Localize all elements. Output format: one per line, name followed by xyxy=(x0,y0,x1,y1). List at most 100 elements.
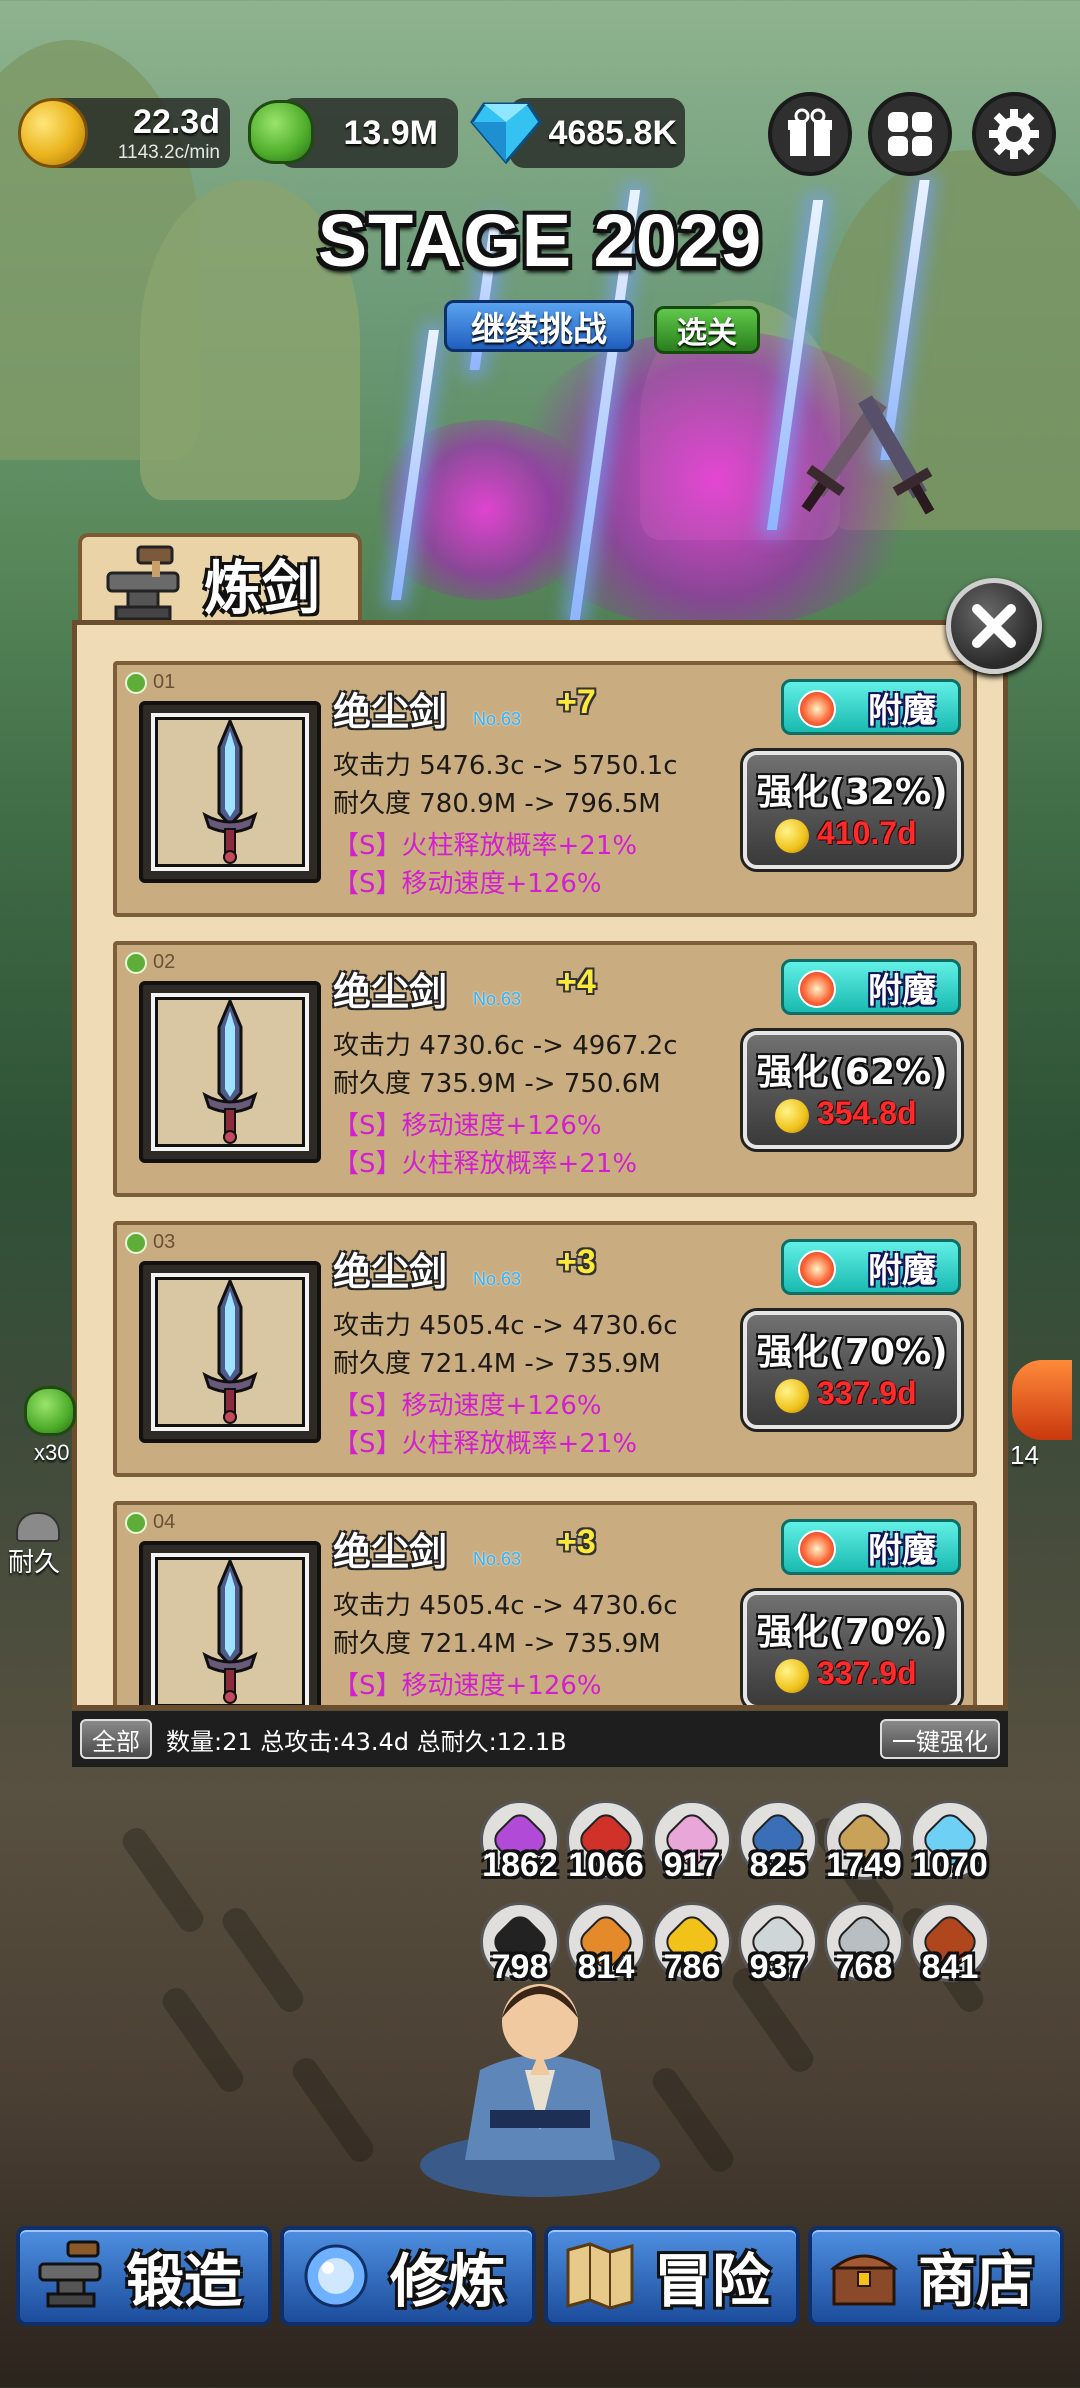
durability-stat: 耐久度 721.4M -> 735.9M xyxy=(333,1629,661,1659)
sword-no-tag: No.63 xyxy=(473,709,522,729)
gear-icon xyxy=(989,109,1039,159)
status-dot-icon xyxy=(125,951,147,974)
gold-coin-icon xyxy=(775,1379,809,1413)
durability-stat: 耐久度 721.4M -> 735.9M xyxy=(333,1349,661,1379)
anvil-hammer-icon xyxy=(106,545,180,621)
attack-stat: 攻击力 4505.4c -> 4730.6c xyxy=(333,1311,678,1341)
upgrade-label: 强化(70%) xyxy=(756,1612,948,1653)
upgrade-button[interactable]: 强化(70%) 337.9d xyxy=(743,1591,961,1705)
bonus-line-2: 【S】火柱释放概率+21% xyxy=(333,1429,638,1459)
continue-challenge-button[interactable]: 继续挑战 xyxy=(444,300,634,352)
filter-all-button[interactable]: 全部 xyxy=(80,1719,152,1759)
sword-thumbnail xyxy=(139,981,321,1163)
nav-adventure-label: 冒险 xyxy=(654,2247,771,2315)
upgrade-label: 强化(62%) xyxy=(756,1052,948,1093)
enchant-button[interactable]: 附魔 xyxy=(781,1239,961,1295)
enchant-button[interactable]: 附魔 xyxy=(781,679,961,735)
upgrade-cost: 410.7d xyxy=(817,815,917,851)
durability-label: 耐久 xyxy=(8,1547,61,1577)
card-index: 04 xyxy=(125,1511,175,1534)
gold-coin-icon xyxy=(775,819,809,853)
orb-icon xyxy=(304,2244,368,2308)
status-dot-icon xyxy=(125,1231,147,1254)
enchant-label: 附魔 xyxy=(868,1530,936,1571)
panel-footer: 全部 数量:21 总攻击:43.4d 总耐久:12.1B 一键强化 xyxy=(72,1711,1008,1767)
nav-shop-label: 商店 xyxy=(918,2247,1035,2315)
sword-icon xyxy=(202,1277,258,1424)
enchant-icon xyxy=(798,970,836,1008)
upgrade-label: 强化(70%) xyxy=(756,1332,948,1373)
close-icon xyxy=(972,604,1016,648)
enchant-icon xyxy=(798,1530,836,1568)
nav-forge-label: 锻造 xyxy=(126,2247,243,2315)
select-stage-button[interactable]: 选关 xyxy=(654,306,760,354)
enchant-button[interactable]: 附魔 xyxy=(781,1519,961,1575)
enchant-label: 附魔 xyxy=(868,970,936,1011)
upgrade-button[interactable]: 强化(32%) 410.7d xyxy=(743,751,961,869)
gold-amount: 22.3d xyxy=(133,102,220,141)
material-count: 825 xyxy=(749,1846,807,1884)
bonus-line-1: 【S】移动速度+126% xyxy=(333,1111,602,1141)
sword-card[interactable]: 04 绝尘剑 No.63 +3 攻击力 4505.4c -> 4730.6c 耐久度 72… xyxy=(113,1501,977,1705)
material-count: 1862 xyxy=(482,1846,558,1884)
upgrade-all-button[interactable]: 一键强化 xyxy=(880,1719,1000,1759)
green-slime-icon xyxy=(248,100,314,164)
sword-icon xyxy=(202,1557,258,1704)
sword-icon xyxy=(202,717,258,864)
durability-side-button[interactable]: 耐久 xyxy=(8,1512,68,1577)
upgrade-label: 强化(32%) xyxy=(756,772,948,813)
right-side-button[interactable] xyxy=(1012,1360,1072,1440)
gift-icon xyxy=(788,108,832,156)
sword-name: 绝尘剑 xyxy=(333,970,448,1014)
sword-thumbnail xyxy=(139,701,321,883)
nav-shop[interactable]: 商店 xyxy=(808,2226,1064,2326)
sword-list-panel[interactable]: 01 绝尘剑 No.63 +7 攻击力 5476.3c -> 5750.1c 耐久度 78… xyxy=(72,620,1008,1710)
sword-no-tag: No.63 xyxy=(473,1549,522,1569)
upgrade-button[interactable]: 强化(70%) 337.9d xyxy=(743,1311,961,1429)
sword-thumbnail xyxy=(139,1261,321,1443)
diamond-icon xyxy=(470,102,542,164)
enchant-label: 附魔 xyxy=(868,1250,936,1291)
bonus-line-2: 【S】移动速度+126% xyxy=(333,869,602,899)
settings-button[interactable] xyxy=(972,92,1056,176)
gem-amount: 4685.8K xyxy=(548,113,677,152)
upgrade-cost: 337.9d xyxy=(817,1655,917,1691)
sword-name: 绝尘剑 xyxy=(333,1530,448,1574)
upgrade-button[interactable]: 强化(62%) 354.8d xyxy=(743,1031,961,1149)
sword-card[interactable]: 02 绝尘剑 No.63 +4 攻击力 4730.6c -> 4967.2c 耐久度 73… xyxy=(113,941,977,1197)
sword-card[interactable]: 01 绝尘剑 No.63 +7 攻击力 5476.3c -> 5750.1c 耐久度 78… xyxy=(113,661,977,917)
side-slime-count: x30 xyxy=(34,1440,70,1465)
gift-button[interactable] xyxy=(768,92,852,176)
meditating-hero-sprite xyxy=(420,1984,660,2197)
material-count: 841 xyxy=(921,1948,979,1986)
sword-card[interactable]: 03 绝尘剑 No.63 +3 攻击力 4505.4c -> 4730.6c 耐久度 72… xyxy=(113,1221,977,1477)
card-index: 01 xyxy=(125,671,175,694)
gold-rate: 1143.2c/min xyxy=(117,141,220,163)
material-count: 1749 xyxy=(826,1846,902,1884)
sword-name: 绝尘剑 xyxy=(333,1250,448,1294)
card-index-number: 02 xyxy=(153,951,176,973)
panel-title: 炼剑 xyxy=(204,554,321,622)
bonus-line-1: 【S】移动速度+126% xyxy=(333,1391,602,1421)
sword-level: +3 xyxy=(557,1523,596,1561)
status-dot-icon xyxy=(125,1511,147,1534)
nav-cultivate[interactable]: 修炼 xyxy=(280,2226,536,2326)
nav-forge[interactable]: 锻造 xyxy=(16,2226,272,2326)
nav-adventure[interactable]: 冒险 xyxy=(544,2226,800,2326)
nav-cultivate-label: 修炼 xyxy=(390,2247,507,2315)
slime-amount: 13.9M xyxy=(343,113,439,152)
material-count: 937 xyxy=(749,1948,807,1986)
durability-stat: 耐久度 780.9M -> 796.5M xyxy=(333,789,661,819)
treasure-chest-icon xyxy=(829,2254,899,2306)
side-slime-icon xyxy=(24,1386,76,1436)
sword-level: +3 xyxy=(557,1243,596,1281)
sword-no-tag: No.63 xyxy=(473,989,522,1009)
bonus-line-1: 【S】移动速度+126% xyxy=(333,1671,602,1701)
bonus-line-1: 【S】火柱释放概率+21% xyxy=(333,831,638,861)
sword-name: 绝尘剑 xyxy=(333,690,448,734)
menu-grid-button[interactable] xyxy=(868,92,952,176)
enchant-button[interactable]: 附魔 xyxy=(781,959,961,1015)
close-panel-button[interactable] xyxy=(946,578,1042,674)
bonus-line-2: 【S】火柱释放概率+21% xyxy=(333,1149,638,1179)
enchant-icon xyxy=(798,1250,836,1288)
